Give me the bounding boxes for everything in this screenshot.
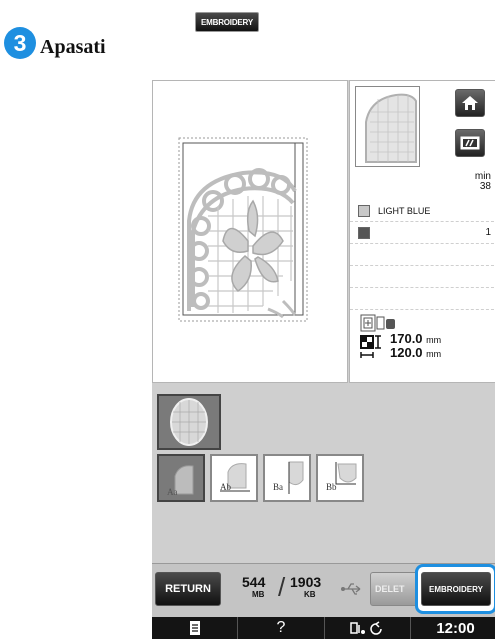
- home-icon: [462, 96, 478, 110]
- tile-label: Ab: [220, 482, 231, 492]
- thread-row[interactable]: 1: [350, 222, 495, 244]
- clock: 12:00: [436, 619, 475, 637]
- pattern-tile-ba[interactable]: Ba: [263, 454, 311, 502]
- size-width-unit: mm: [426, 349, 442, 359]
- info-panel: min 38 LIGHT BLUE 1 170.0 mm 120.0 mm: [349, 80, 495, 383]
- help-button[interactable]: ?: [238, 617, 325, 639]
- lace-pattern-ba-icon: Ba: [273, 461, 304, 494]
- size-height-unit: mm: [426, 335, 442, 345]
- manual-button[interactable]: [152, 617, 238, 639]
- pattern-tile-ab[interactable]: Ab: [210, 454, 258, 502]
- usb-icon: [341, 583, 361, 595]
- size-icon: [360, 335, 381, 358]
- tile-label: Ba: [273, 482, 283, 492]
- pattern-tile-aa[interactable]: Aa: [157, 454, 205, 502]
- size-height: 170.0: [390, 331, 423, 346]
- embroidery-preview: [152, 80, 348, 383]
- memory-used-unit: MB: [252, 590, 265, 599]
- needle-mode-button[interactable]: [455, 129, 485, 157]
- design-thumbnail: [355, 86, 420, 167]
- bottom-control-bar: RETURN 544 MB / 1903 KB DELET EMBROIDERY: [152, 563, 495, 617]
- document-icon: [189, 621, 200, 635]
- embroidery-button[interactable]: EMBROIDERY: [421, 572, 491, 606]
- size-width: 120.0: [390, 345, 423, 360]
- total-time: min 38: [475, 172, 491, 192]
- lace-pattern-ab-icon: Ab: [220, 463, 250, 492]
- embroidery-button-illustration: EMBROIDERY: [195, 12, 259, 32]
- bobbin-status[interactable]: [325, 617, 411, 639]
- return-button[interactable]: RETURN: [155, 572, 221, 606]
- pattern-tile-bb[interactable]: Bb: [316, 454, 364, 502]
- step-instruction: Apasati: [40, 36, 106, 58]
- lace-oval-icon: [170, 398, 208, 446]
- tile-label: Bb: [326, 482, 337, 492]
- memory-free: 1903: [290, 574, 322, 590]
- thread-row-empty: [350, 244, 495, 266]
- lace-design-preview: [178, 137, 308, 322]
- thread-row-empty: [350, 288, 495, 310]
- memory-divider: /: [278, 572, 286, 602]
- thread-name: LIGHT BLUE: [378, 206, 431, 216]
- bobbin-icon: [349, 621, 382, 635]
- thread-count: 1: [485, 227, 491, 238]
- thread-row[interactable]: LIGHT BLUE: [350, 200, 495, 222]
- step-number: 3: [4, 27, 36, 59]
- total-minutes: 38: [479, 181, 491, 192]
- memory-used: 544: [242, 574, 266, 590]
- status-bar: ? 12:00: [152, 617, 495, 639]
- machine-screen: min 38 LIGHT BLUE 1 170.0 mm 120.0 mm Aa…: [152, 80, 495, 639]
- thread-row-empty: [350, 266, 495, 288]
- home-button[interactable]: [455, 89, 485, 117]
- rotate-icon: [369, 623, 382, 635]
- pattern-category-button[interactable]: [157, 394, 221, 450]
- thread-color-swatch: [358, 227, 370, 239]
- memory-free-unit: KB: [304, 590, 316, 599]
- thread-color-swatch: [358, 205, 370, 217]
- needle-mode-icon: [460, 136, 480, 150]
- lace-pattern-aa-icon: Aa: [167, 465, 194, 497]
- tile-label: Aa: [167, 487, 178, 497]
- lace-pattern-bb-icon: Bb: [326, 462, 357, 492]
